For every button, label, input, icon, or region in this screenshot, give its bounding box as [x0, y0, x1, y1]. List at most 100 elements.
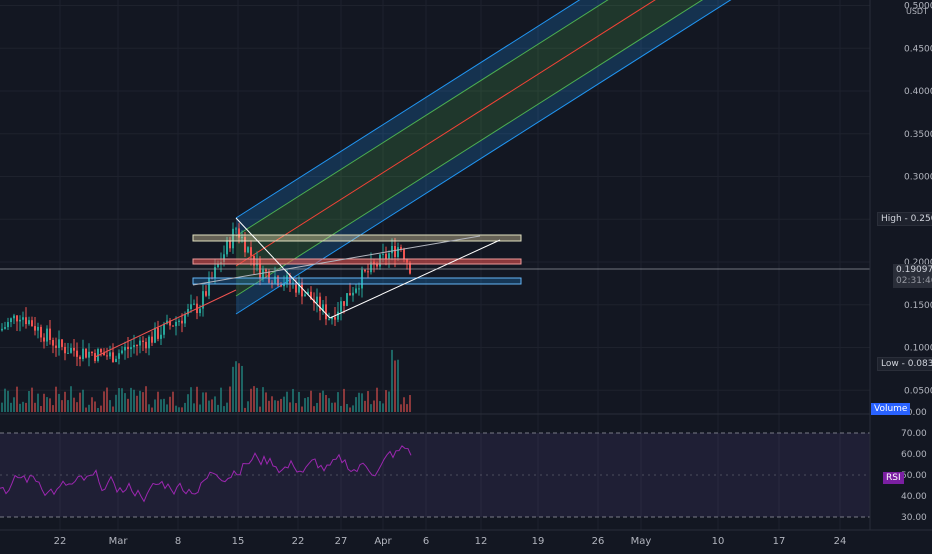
candle-body — [394, 246, 396, 257]
candle-body — [205, 291, 207, 296]
candle-body — [106, 355, 108, 357]
date-tick-label: 26 — [592, 536, 605, 547]
candle-body — [160, 334, 162, 339]
volume-bar — [169, 396, 171, 412]
volume-bar — [55, 386, 57, 412]
volume-bars — [1, 349, 411, 412]
volume-bar — [238, 363, 240, 412]
candle-body — [1, 328, 3, 331]
candle-body — [304, 294, 306, 297]
candle-body — [124, 346, 126, 351]
volume-bar — [193, 403, 195, 412]
candle-body — [226, 240, 228, 255]
candle-body — [358, 288, 360, 290]
candle-body — [172, 325, 174, 327]
price-tick-label: 0.35000 — [904, 130, 932, 140]
volume-bar — [85, 407, 87, 412]
volume-bar — [34, 402, 36, 412]
volume-bar — [127, 398, 129, 412]
candle-body — [28, 320, 30, 325]
candle-body — [130, 347, 132, 350]
volume-bar — [304, 398, 306, 412]
candle-body — [61, 339, 63, 347]
candle-body — [52, 339, 54, 346]
volume-bar — [334, 402, 336, 412]
candle-body — [25, 317, 27, 325]
volume-bar — [121, 388, 123, 412]
volume-bar — [364, 400, 366, 412]
volume-bar — [406, 404, 408, 412]
candle-body — [118, 353, 120, 359]
volume-bar — [217, 404, 219, 412]
candle-body — [337, 311, 339, 320]
volume-bar — [139, 390, 141, 412]
candle-body — [265, 269, 267, 272]
volume-bar — [118, 388, 120, 412]
date-tick-label: May — [631, 536, 652, 547]
volume-bar — [175, 405, 177, 412]
volume-bar — [388, 391, 390, 412]
candle-body — [46, 328, 48, 342]
volume-bar — [211, 399, 213, 412]
drawing-tools[interactable] — [0, 217, 870, 358]
resistance-zone-high — [192, 234, 522, 242]
date-tick-label: 6 — [423, 536, 429, 547]
price-tick-label: 0.30000 — [904, 173, 932, 183]
candle-body — [7, 322, 9, 328]
volume-bar — [298, 391, 300, 412]
candle-body — [190, 304, 192, 309]
volume-bar — [253, 386, 255, 412]
candle-body — [115, 358, 117, 362]
date-tick-label: Apr — [374, 536, 392, 547]
candle-body — [364, 269, 366, 272]
volume-bar — [385, 390, 387, 412]
date-tick-label: 12 — [475, 536, 488, 547]
volume-bar — [313, 406, 315, 412]
volume-bar — [307, 397, 309, 412]
last-price-badge: 0.19097 02:31:46 — [893, 264, 932, 288]
rsi-tick-label: 70.00 — [901, 429, 927, 439]
volume-bar — [178, 407, 180, 412]
volume-bar — [343, 388, 345, 412]
high-marker: High - 0.25000 — [877, 212, 932, 226]
candle-body — [55, 345, 57, 349]
candle-body — [334, 317, 336, 320]
price-tick-label: 0.40000 — [904, 87, 932, 97]
volume-bar — [148, 404, 150, 412]
chart-canvas[interactable]: 0.500000.450000.400000.350000.300000.200… — [0, 0, 932, 550]
candle-body — [76, 350, 78, 357]
volume-bar — [379, 401, 381, 412]
volume-bar — [226, 402, 228, 412]
volume-bar — [133, 389, 135, 412]
price-tick-label: 0.05000 — [904, 386, 932, 396]
volume-bar — [214, 396, 216, 412]
candle-body — [148, 336, 150, 349]
volume-bar — [196, 386, 198, 412]
rsi-pane-label: RSI — [883, 472, 904, 484]
volume-bar — [172, 391, 174, 412]
candle-body — [199, 308, 201, 314]
volume-bar — [232, 366, 234, 412]
candle-body — [112, 352, 114, 362]
volume-bar — [202, 392, 204, 412]
volume-bar — [94, 401, 96, 412]
volume-bar — [190, 387, 192, 412]
volume-bar — [286, 391, 288, 412]
candle-body — [79, 356, 81, 360]
volume-bar — [31, 387, 33, 412]
volume-bar — [106, 387, 108, 412]
volume-bar — [361, 393, 363, 412]
pitchfork-channel[interactable] — [235, 0, 932, 315]
volume-bar — [19, 403, 21, 412]
candle-body — [262, 269, 264, 279]
volume-bar — [163, 398, 165, 412]
volume-bar — [295, 403, 297, 412]
candle-body — [85, 348, 87, 358]
candle-body — [100, 349, 102, 353]
candle-body — [340, 301, 342, 312]
volume-bar — [46, 397, 48, 412]
volume-bar — [241, 365, 243, 412]
volume-bar — [103, 391, 105, 412]
volume-bar — [124, 393, 126, 412]
candle-body — [58, 339, 60, 349]
